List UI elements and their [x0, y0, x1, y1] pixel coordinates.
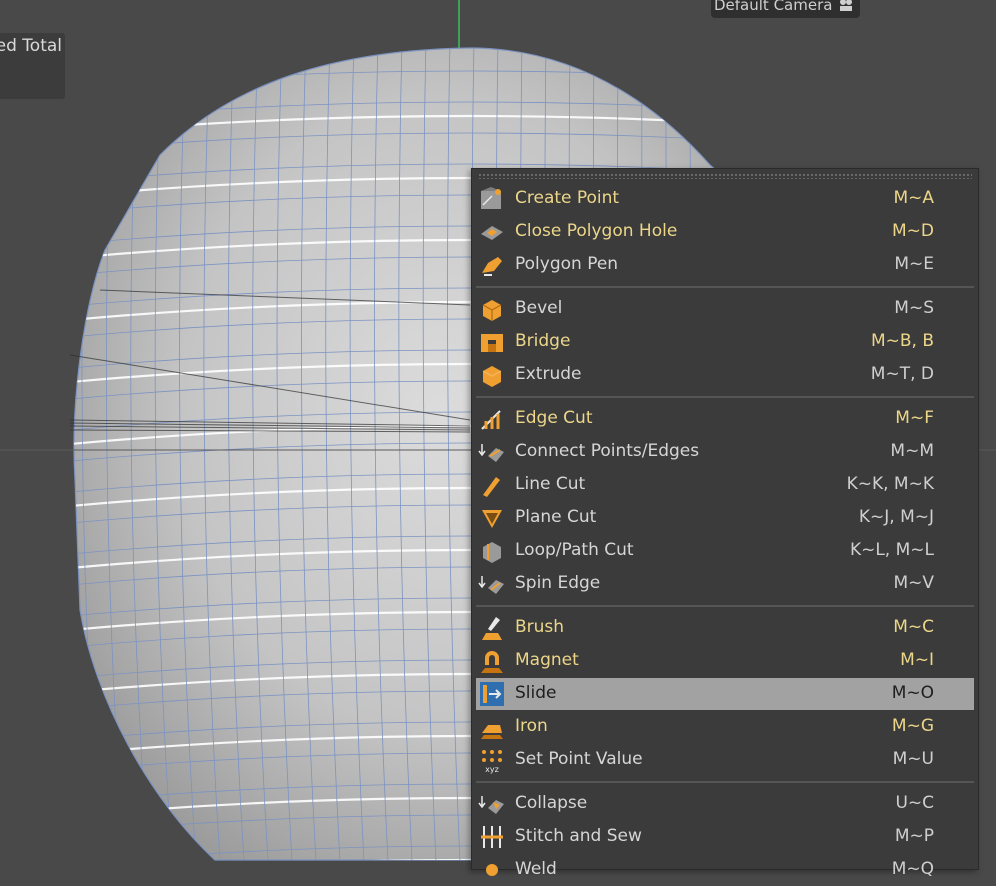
- menu-item-create-point[interactable]: Create Point M~A: [476, 183, 974, 215]
- menu-item-bridge[interactable]: Bridge M~B, B: [476, 326, 974, 358]
- menu-item-label: Slide: [515, 683, 557, 703]
- edge-cut-icon: [478, 405, 506, 433]
- menu-item-shortcut: M~O: [891, 683, 934, 703]
- menu-item-shortcut: M~B, B: [870, 331, 934, 351]
- hud-stats-text: ed Total: [0, 36, 62, 56]
- menu-item-shortcut: M~G: [891, 716, 934, 736]
- menu-item-label: Set Point Value: [515, 749, 643, 769]
- menu-item-spin-edge[interactable]: Spin Edge M~V: [476, 568, 974, 600]
- menu-separator: [476, 605, 974, 607]
- menu-item-shortcut: M~T, D: [870, 364, 934, 384]
- mesh-tools-context-menu: Create Point M~A Close Polygon Hole M~D Poly…: [471, 168, 979, 879]
- bevel-icon: [478, 295, 506, 323]
- menu-item-shortcut: M~Q: [891, 859, 934, 879]
- slide-icon: [478, 680, 506, 708]
- menu-item-label: Polygon Pen: [515, 254, 619, 274]
- camera-icon[interactable]: [838, 0, 854, 12]
- menu-item-label: Close Polygon Hole: [515, 221, 678, 241]
- menu-item-shortcut: K~K, M~K: [846, 474, 934, 494]
- menu-item-loop-path-cut[interactable]: Loop/Path Cut K~L, M~L: [476, 535, 974, 567]
- spin-edge-icon: [478, 570, 506, 598]
- camera-menu[interactable]: Default Camera: [711, 0, 861, 18]
- menu-item-label: Create Point: [515, 188, 620, 208]
- menu-item-shortcut: M~V: [893, 573, 934, 593]
- menu-item-label: Loop/Path Cut: [515, 540, 634, 560]
- menu-item-label: Stitch and Sew: [515, 826, 642, 846]
- menu-item-magnet[interactable]: Magnet M~I: [476, 645, 974, 677]
- menu-item-label: Connect Points/Edges: [515, 441, 700, 461]
- menu-item-shortcut: M~U: [892, 749, 934, 769]
- menu-item-weld[interactable]: Weld M~Q: [476, 854, 974, 886]
- menu-item-line-cut[interactable]: Line Cut K~K, M~K: [476, 469, 974, 501]
- menu-item-set-point-value[interactable]: xyz Set Point Value M~U: [476, 744, 974, 776]
- menu-item-connect-points-edges[interactable]: Connect Points/Edges M~M: [476, 436, 974, 468]
- menu-item-bevel[interactable]: Bevel M~S: [476, 293, 974, 325]
- close-polygon-hole-icon: [478, 218, 506, 246]
- plane-cut-icon: [478, 504, 506, 532]
- menu-item-brush[interactable]: Brush M~C: [476, 612, 974, 644]
- menu-item-close-polygon-hole[interactable]: Close Polygon Hole M~D: [476, 216, 974, 248]
- menu-item-label: Edge Cut: [515, 408, 593, 428]
- menu-separator: [476, 286, 974, 288]
- hud-stats-panel: ed Total: [0, 33, 65, 99]
- menu-item-label: Spin Edge: [515, 573, 601, 593]
- menu-item-plane-cut[interactable]: Plane Cut K~J, M~J: [476, 502, 974, 534]
- menu-item-shortcut: M~M: [890, 441, 934, 461]
- menu-item-label: Bevel: [515, 298, 563, 318]
- create-point-icon: [478, 185, 506, 213]
- menu-item-shortcut: M~F: [895, 408, 934, 428]
- menu-separator: [476, 396, 974, 398]
- loop-path-cut-icon: [478, 537, 506, 565]
- menu-item-edge-cut[interactable]: Edge Cut M~F: [476, 403, 974, 435]
- svg-text:xyz: xyz: [485, 765, 499, 774]
- weld-icon: [478, 856, 506, 884]
- menu-item-label: Bridge: [515, 331, 571, 351]
- extrude-icon: [478, 361, 506, 389]
- menu-item-label: Brush: [515, 617, 565, 637]
- camera-label-text: Default Camera: [714, 0, 833, 14]
- menu-separator: [476, 781, 974, 783]
- menu-drag-handle[interactable]: [478, 173, 972, 179]
- menu-item-label: Weld: [515, 859, 557, 879]
- menu-item-collapse[interactable]: Collapse U~C: [476, 788, 974, 820]
- menu-item-shortcut: U~C: [895, 793, 934, 813]
- menu-item-shortcut: K~L, M~L: [849, 540, 934, 560]
- menu-item-polygon-pen[interactable]: Polygon Pen M~E: [476, 249, 974, 281]
- menu-item-iron[interactable]: Iron M~G: [476, 711, 974, 743]
- magnet-icon: [478, 647, 506, 675]
- menu-item-label: Plane Cut: [515, 507, 597, 527]
- menu-item-shortcut: M~I: [900, 650, 934, 670]
- menu-item-label: Collapse: [515, 793, 588, 813]
- menu-item-slide[interactable]: Slide M~O: [476, 678, 974, 710]
- menu-item-shortcut: M~P: [894, 826, 934, 846]
- line-cut-icon: [478, 471, 506, 499]
- bridge-icon: [478, 328, 506, 356]
- menu-item-shortcut: K~J, M~J: [858, 507, 934, 527]
- menu-item-label: Magnet: [515, 650, 579, 670]
- iron-icon: [478, 713, 506, 741]
- collapse-icon: [478, 790, 506, 818]
- brush-icon: [478, 614, 506, 642]
- stitch-and-sew-icon: [478, 823, 506, 851]
- menu-item-shortcut: M~C: [893, 617, 934, 637]
- set-point-value-icon: xyz: [478, 746, 506, 774]
- menu-item-label: Extrude: [515, 364, 582, 384]
- menu-item-shortcut: M~E: [894, 254, 934, 274]
- menu-item-shortcut: M~D: [891, 221, 934, 241]
- menu-item-shortcut: M~S: [894, 298, 934, 318]
- polygon-pen-icon: [478, 251, 506, 279]
- menu-item-label: Iron: [515, 716, 548, 736]
- menu-item-stitch-and-sew[interactable]: Stitch and Sew M~P: [476, 821, 974, 853]
- connect-points-edges-icon: [478, 438, 506, 466]
- menu-item-shortcut: M~A: [893, 188, 934, 208]
- menu-item-label: Line Cut: [515, 474, 586, 494]
- menu-item-extrude[interactable]: Extrude M~T, D: [476, 359, 974, 391]
